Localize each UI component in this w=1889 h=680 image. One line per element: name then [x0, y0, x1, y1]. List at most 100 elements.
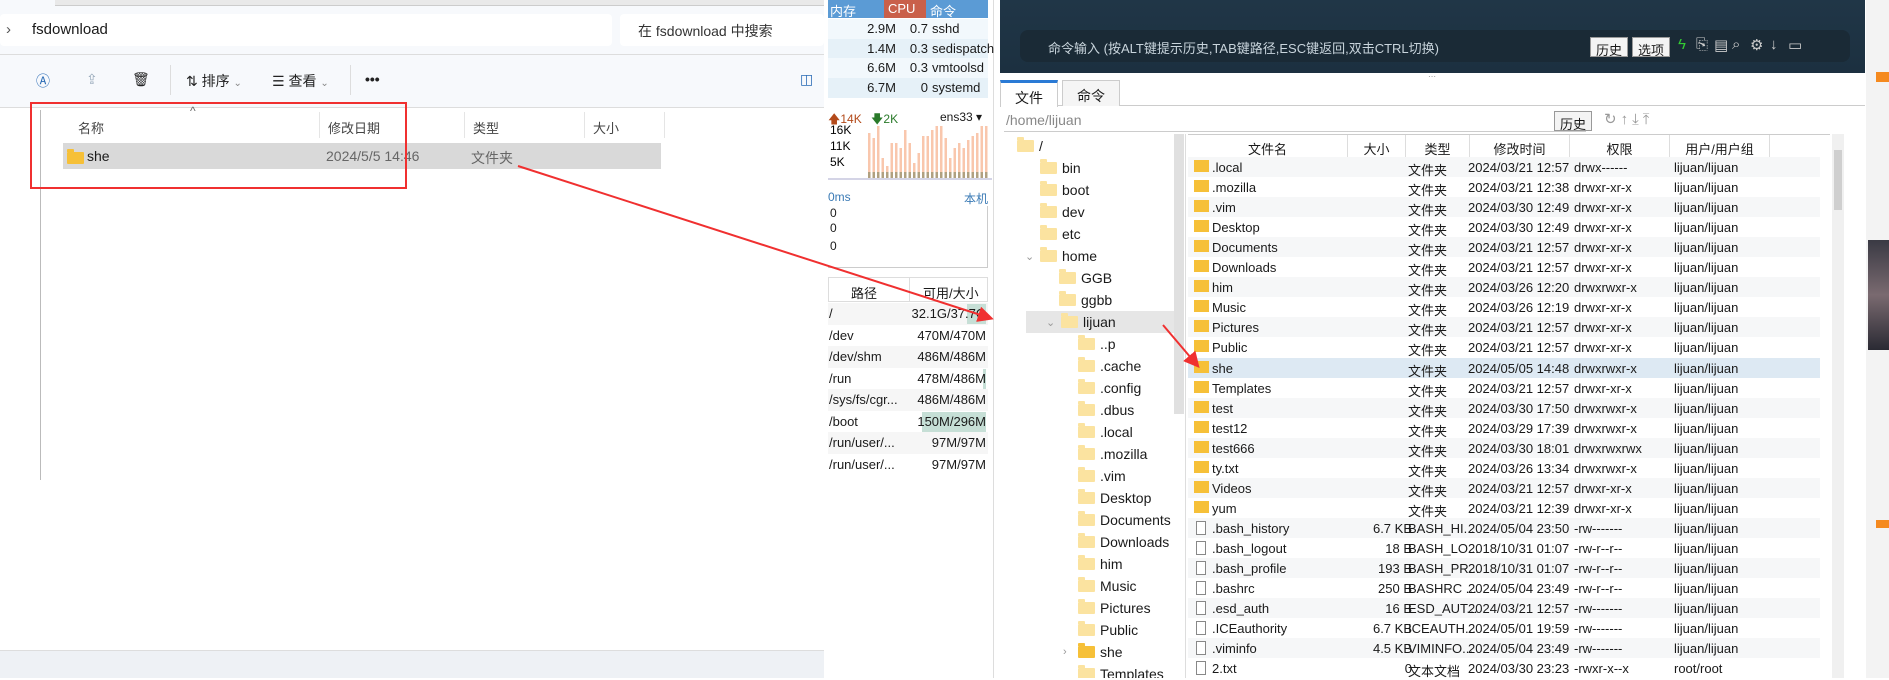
tree-item[interactable]: Templates [1063, 663, 1164, 678]
download-icon[interactable]: ⤓ [1632, 111, 1643, 128]
file-row[interactable]: she 文件夹 2024/05/05 14:48 drwxrwxr-x lijuan/l… [1188, 357, 1820, 379]
path-input[interactable]: /home/lijuan [1004, 110, 1586, 132]
tree-item[interactable]: Desktop [1063, 487, 1151, 509]
tree-item[interactable]: Music [1063, 575, 1137, 597]
rename-icon[interactable]: Ⓐ [36, 71, 50, 91]
tab-commands[interactable]: 命令 [1062, 80, 1120, 106]
process-row[interactable]: 6.6M 0.3 vmtoolsd [828, 58, 988, 78]
column-type[interactable]: 类型 [465, 112, 585, 138]
tree-item[interactable]: .cache [1063, 355, 1141, 377]
process-row[interactable]: 1.4M 0.3 sedispatch [828, 38, 994, 59]
file-column-header[interactable]: 修改时间 [1470, 135, 1570, 157]
tree-item[interactable]: etc [1025, 223, 1081, 245]
file-row[interactable]: .bash_logout 18 B BASH_LO... 2018/10/31 01:… [1188, 537, 1820, 558]
file-column-header[interactable]: 文件名 [1188, 135, 1348, 157]
terminal-area[interactable]: 命令输入 (按ALT键提示历史,TAB键路径,ESC键返回,双击CTRL切换) … [1000, 0, 1865, 73]
file-row[interactable]: Documents 文件夹 2024/03/21 12:57 drwxr-xr-x li… [1188, 237, 1820, 258]
tree-item[interactable]: ⌄ home [1025, 245, 1097, 267]
disk-row[interactable]: /run 478M/486M [828, 367, 988, 390]
tree-scrollbar[interactable] [1174, 134, 1184, 414]
disk-row[interactable]: /boot 150M/296M [828, 410, 988, 433]
tree-item[interactable]: .vim [1063, 465, 1126, 487]
breadcrumb[interactable]: fsdownload [32, 21, 108, 38]
tree-item[interactable]: .local [1063, 421, 1133, 443]
tree-item[interactable]: .mozilla [1063, 443, 1147, 465]
file-row[interactable]: test12 文件夹 2024/03/29 17:39 drwxrwxr-x lijua… [1188, 417, 1820, 439]
more-button[interactable]: ••• [365, 71, 380, 87]
file-row[interactable]: Public 文件夹 2024/03/21 12:57 drwxr-xr-x lijua… [1188, 337, 1820, 358]
history-button[interactable]: 历史 [1590, 37, 1629, 58]
command-input[interactable]: 命令输入 (按ALT键提示历史,TAB键路径,ESC键返回,双击CTRL切换) … [1020, 30, 1850, 62]
sort-button[interactable]: ⇅ 排序 ⌄ [186, 71, 242, 91]
view-button[interactable]: ☰ 查看 ⌄ [272, 71, 329, 91]
tree-item[interactable]: him [1063, 553, 1123, 575]
tree-item[interactable]: GGB [1044, 267, 1112, 289]
gear-icon[interactable]: ⚙ [1750, 36, 1763, 54]
chevron-down-icon[interactable]: ⌄ [1046, 316, 1056, 329]
share-icon[interactable]: ⇪ [86, 71, 98, 88]
file-row[interactable]: .bash_profile 193 B BASH_PR... 2018/10/31 0… [1188, 558, 1820, 578]
delete-icon[interactable]: 🗑 [132, 71, 150, 88]
file-column-header[interactable]: 权限 [1570, 135, 1670, 157]
file-row[interactable]: yum 文件夹 2024/03/21 12:39 drwxr-xr-x lijuan/l… [1188, 497, 1820, 519]
file-row[interactable]: .ICEauthority 6.7 KB ICEAUTH... 2024/05/01 … [1188, 618, 1820, 639]
file-column-header[interactable]: 用户/用户组 [1670, 135, 1770, 157]
process-row[interactable]: 6.7M 0 systemd [828, 77, 988, 98]
copy-icon[interactable]: ⎘ [1696, 36, 1708, 53]
file-row[interactable]: Music 文件夹 2024/03/26 12:19 drwxr-xr-x lijuan… [1188, 297, 1820, 318]
file-row[interactable]: .esd_auth 16 B ESD_AUT... 2024/03/21 12:57-… [1188, 598, 1820, 619]
file-row[interactable]: .viminfo 4.5 KB VIMINFO... 2024/05/04 23:49… [1188, 638, 1820, 659]
search-input[interactable]: 在 fsdownload 中搜索 [620, 14, 824, 46]
file-row[interactable]: test 文件夹 2024/03/30 17:50 drwxrwxr-x lijuan/… [1188, 397, 1820, 419]
disk-row[interactable]: / 32.1G/37.7G [828, 303, 988, 325]
column-size[interactable]: 大小 [585, 112, 665, 138]
chevron-down-icon[interactable]: ⌄ [1025, 250, 1035, 263]
tree-item[interactable]: Pictures [1063, 597, 1151, 619]
file-row[interactable]: Desktop 文件夹 2024/03/30 12:49 drwxr-xr-x liju… [1188, 217, 1820, 238]
search-icon[interactable]: ⌕ [1732, 36, 1740, 53]
disk-row[interactable]: /run/user/... 97M/97M [828, 432, 988, 454]
tree-item[interactable]: Documents [1063, 509, 1171, 531]
disk-row[interactable]: /dev 470M/470M [828, 324, 988, 347]
file-list-scrollbar[interactable] [1832, 134, 1844, 678]
tree-item[interactable]: ggbb [1044, 289, 1112, 311]
tree-item[interactable]: .config [1063, 377, 1141, 399]
chevron-right-icon[interactable]: › [1063, 646, 1073, 658]
file-row[interactable]: ty.txt 文件夹 2024/03/26 13:34 drwxrwxr-x lijua… [1188, 457, 1820, 479]
tree-item[interactable]: Downloads [1063, 531, 1169, 553]
file-row[interactable]: .local 文件夹 2024/03/21 12:57 drwx------ lijua… [1188, 157, 1820, 178]
file-row[interactable]: .mozilla 文件夹 2024/03/21 12:38 drwxr-xr-x lij… [1188, 177, 1820, 198]
file-row[interactable]: Pictures 文件夹 2024/03/21 12:57 drwxr-xr-x lij… [1188, 317, 1820, 338]
disk-row[interactable]: /run/user/... 97M/97M [828, 453, 988, 476]
file-row[interactable]: him 文件夹 2024/03/26 12:20 drwxrwxr-x lijuan/l… [1188, 277, 1820, 298]
path-history-button[interactable]: 历史 [1554, 111, 1593, 132]
file-row[interactable]: Templates 文件夹 2024/03/21 12:57 drwxr-xr-x li… [1188, 377, 1820, 399]
file-row[interactable]: .bashrc 250 B BASHRC ... 2024/05/04 23:49 -r… [1188, 578, 1820, 599]
tree-item[interactable]: boot [1025, 179, 1089, 201]
file-row[interactable]: test666 文件夹 2024/03/30 18:01 drwxrwxrwx liju… [1188, 437, 1820, 459]
scrollbar-thumb[interactable] [1834, 150, 1842, 210]
maximize-icon[interactable]: ▭ [1788, 36, 1802, 54]
download-icon[interactable]: ↓ [1770, 36, 1778, 53]
tree-item[interactable]: Public [1063, 619, 1138, 641]
disk-row[interactable]: /sys/fs/cgr... 486M/486M [828, 389, 988, 411]
tree-item[interactable]: › she [1063, 641, 1123, 663]
paste-icon[interactable]: ▤ [1714, 36, 1728, 54]
address-bar[interactable]: › fsdownload [0, 14, 612, 46]
interface-select[interactable]: ens33 ▾ [940, 110, 1000, 124]
tree-item[interactable]: bin [1025, 157, 1081, 179]
refresh-icon[interactable]: ↻ [1604, 111, 1621, 128]
tab-files[interactable]: 文件 [1000, 80, 1058, 107]
process-row[interactable]: 2.9M 0.7 sshd [828, 19, 988, 39]
tree-item[interactable]: dev [1025, 201, 1085, 223]
tree-item[interactable]: ..p [1063, 333, 1116, 355]
details-pane-icon[interactable]: ◫ [800, 71, 813, 88]
file-column-header[interactable]: 大小 [1348, 135, 1406, 157]
file-column-header[interactable]: 类型 [1406, 135, 1470, 157]
lightning-icon[interactable]: ϟ [1678, 36, 1686, 53]
up-icon[interactable]: ↑ [1621, 111, 1633, 128]
options-button[interactable]: 选项 [1632, 37, 1671, 58]
tree-item[interactable]: .dbus [1063, 399, 1134, 421]
file-row[interactable]: .vim 文件夹 2024/03/30 12:49 drwxr-xr-x lijuan/… [1188, 197, 1820, 218]
file-row[interactable]: Videos 文件夹 2024/03/21 12:57 drwxr-xr-x lijua… [1188, 477, 1820, 499]
